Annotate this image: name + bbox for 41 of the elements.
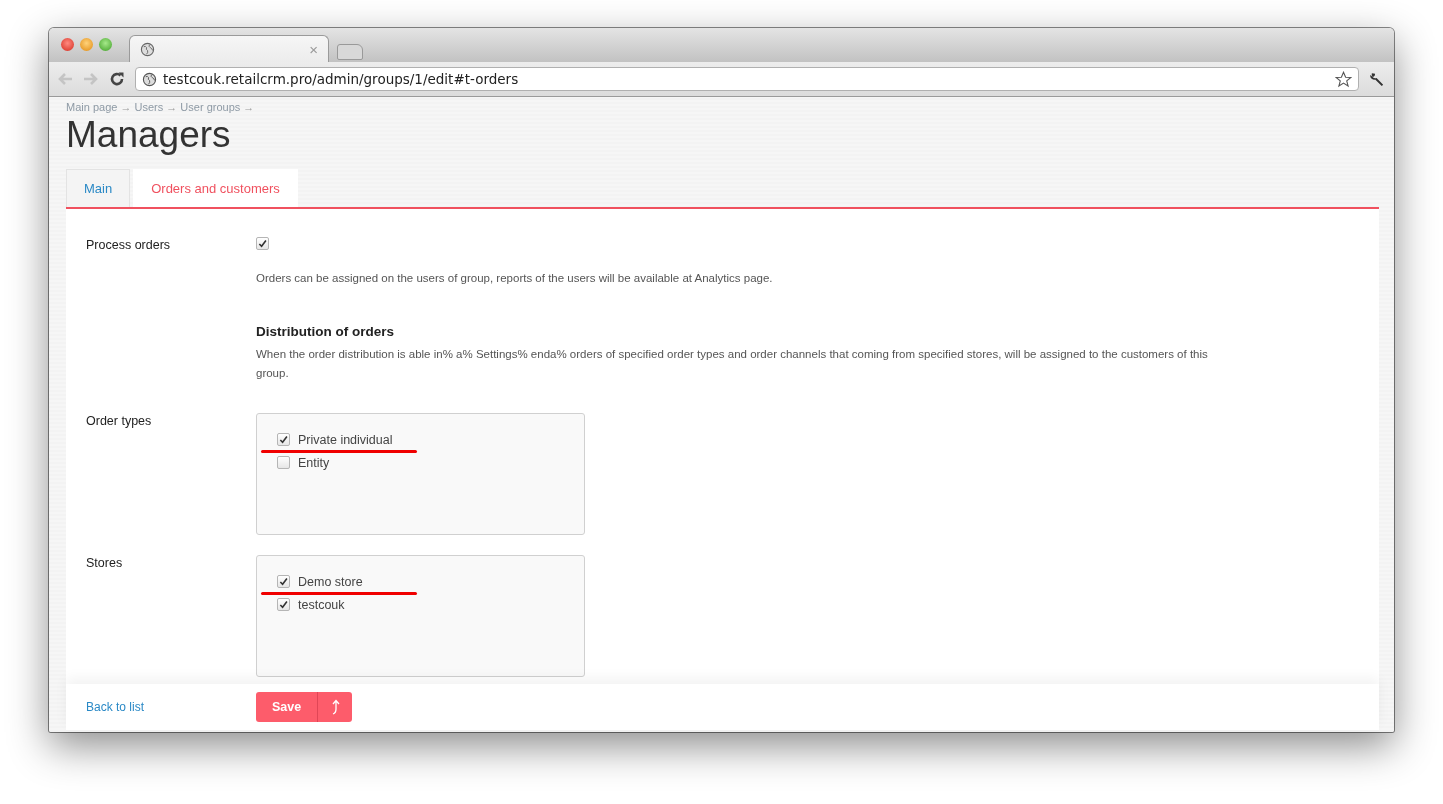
reload-icon[interactable] [109,71,125,87]
globe-icon [142,71,157,87]
address-bar[interactable]: testcouk.retailcrm.pro/admin/groups/1/edit#t-orders [135,67,1359,91]
arrow-up-icon [330,699,340,715]
tab[interactable]: Main [66,169,131,207]
breadcrumb-link[interactable]: User groups [180,101,241,113]
new-tab-button[interactable] [337,44,363,60]
field-label: Order types [86,413,153,430]
browser-tab[interactable]: × [129,35,329,62]
close-window-button[interactable] [61,38,74,51]
save-button[interactable]: Save [256,692,317,722]
url-text: testcouk.retailcrm.pro/admin/groups/1/edit#t-orders [163,71,520,87]
field-label: Process orders [86,237,172,254]
option-label[interactable]: Demo store [298,574,363,589]
minimize-window-button[interactable] [80,38,93,51]
checkbox[interactable] [277,575,290,588]
help-text: Orders can be assigned on the users of group, reports of the users will be available at Analytics page. [256,271,774,286]
section-description: When the order distribution is able in% a% Settings% enda% orders of specified order types and order channels that coming from specified stores, will be assigned to the customers of this group. [256,347,1209,381]
zoom-window-button[interactable] [99,38,112,51]
save-options-button[interactable] [317,692,352,722]
option-label[interactable]: Private individual [298,432,393,447]
star-icon[interactable] [1335,70,1352,88]
back-to-list-link[interactable]: Back to list [86,700,256,714]
section-heading: Distribution of orders [256,324,395,339]
globe-icon [140,41,155,57]
field-label: Stores [86,555,124,572]
wrench-icon[interactable] [1369,70,1386,88]
page-title: Managers [66,115,232,155]
checkbox[interactable] [277,598,290,611]
breadcrumb-separator: → [120,101,132,113]
option-label[interactable]: testcouk [298,597,345,612]
option-label[interactable]: Entity [298,455,330,470]
checkbox[interactable] [277,433,290,446]
breadcrumb-separator: → [166,101,178,113]
breadcrumb-separator: → [243,101,255,113]
tab[interactable]: Orders and customers [133,169,298,207]
breadcrumb-link[interactable]: Main page [66,101,118,113]
checkbox[interactable] [277,456,290,469]
checkbox[interactable] [256,237,269,250]
breadcrumb-link[interactable]: Users [134,101,164,113]
close-tab-button[interactable]: × [309,40,318,58]
